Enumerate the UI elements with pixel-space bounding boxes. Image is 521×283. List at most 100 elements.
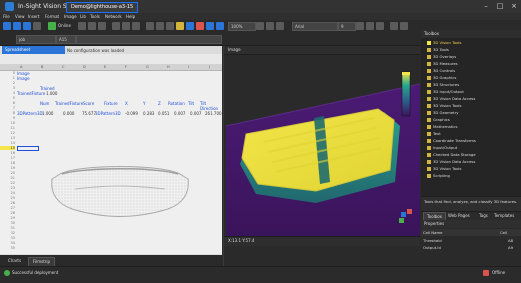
cell-trained-fixture[interactable]: TrainedFixture — [17, 91, 45, 96]
undo-icon[interactable] — [88, 22, 96, 30]
cell-tilt-header[interactable]: Tilt — [188, 101, 194, 106]
menu-file[interactable]: File — [3, 14, 10, 19]
tab-templates[interactable]: Templates — [491, 212, 517, 220]
maximize-icon[interactable]: □ — [493, 1, 507, 12]
cell-z-header[interactable]: Z — [158, 101, 161, 106]
cell-reference[interactable]: A15 — [56, 35, 76, 44]
cell-rotation-header[interactable]: Rotation — [168, 101, 185, 106]
property-row[interactable]: Output.id A9 — [423, 244, 513, 251]
fit-icon[interactable] — [256, 22, 264, 30]
trigger-icon[interactable] — [48, 22, 56, 30]
toolbox-item[interactable]: 3D Vision Data Access — [421, 158, 521, 165]
cell-tilt-direction-value[interactable]: 261.700 — [205, 111, 222, 116]
cell-y-value[interactable]: 0.283 — [143, 111, 154, 116]
cell-tilt-direction-header[interactable]: Tilt Direction — [200, 101, 222, 111]
live-icon[interactable] — [78, 22, 86, 30]
menu-insert[interactable]: Insert — [28, 14, 39, 19]
zoom-select[interactable]: 100% — [228, 22, 256, 31]
cell-score-header[interactable]: Score — [83, 101, 94, 106]
toolbox-item[interactable]: Coordinate Transforms — [421, 137, 521, 144]
spreadsheet-grid[interactable]: A B C D E F G H I J 0 1 2 3 4 5 6 7 8 9 … — [0, 64, 222, 254]
menu-network[interactable]: Network — [105, 14, 122, 19]
property-row[interactable]: Threshold A8 — [423, 237, 513, 244]
cell-z-value[interactable]: 0.051 — [158, 111, 169, 116]
close-icon[interactable]: × — [507, 1, 521, 12]
cell-num-value[interactable]: 1.000 — [42, 111, 53, 116]
cell-fixture-header[interactable]: Fixture — [104, 101, 118, 106]
cell-y-header[interactable]: Y — [143, 101, 145, 106]
toolbox-item[interactable]: 3D Tools — [421, 46, 521, 53]
toolbox-item[interactable]: 3D Vision Tools — [421, 39, 521, 46]
tab-charts[interactable]: Charts — [4, 257, 25, 265]
align-center-icon[interactable] — [156, 22, 164, 30]
toolbox-item[interactable]: Input/Output — [421, 144, 521, 151]
tab-tags[interactable]: Tags — [476, 212, 491, 220]
toolbox-item[interactable]: 3D Vision Tools — [421, 165, 521, 172]
online-label[interactable]: Online — [58, 23, 71, 28]
paste-icon[interactable] — [132, 22, 140, 30]
cell-3dpattern-label[interactable]: 3DPattern3D — [17, 111, 43, 116]
toolbox-item[interactable]: 3D Structures — [421, 81, 521, 88]
font-select[interactable]: Arial — [292, 22, 338, 31]
menu-lib[interactable]: Lib — [80, 14, 86, 19]
menu-help[interactable]: Help — [126, 14, 135, 19]
job-select[interactable]: job — [16, 35, 56, 44]
zoom-in-icon[interactable] — [206, 22, 214, 30]
menu-view[interactable]: View — [15, 14, 25, 19]
menu-tools[interactable]: Tools — [90, 14, 100, 19]
selected-cell[interactable] — [17, 146, 39, 151]
open-file-icon[interactable] — [13, 22, 21, 30]
grid-icon[interactable] — [186, 22, 194, 30]
redo-icon[interactable] — [98, 22, 106, 30]
formula-bar[interactable] — [76, 35, 222, 44]
cell-x-header[interactable]: X — [125, 101, 128, 106]
cell-trained-fixture-header[interactable]: TrainedFixture — [55, 101, 83, 106]
print-icon[interactable] — [33, 22, 41, 30]
toolbox-item[interactable]: 3D Vision Tools — [421, 102, 521, 109]
toolbox-item[interactable]: Text — [421, 130, 521, 137]
cell-fixture-value[interactable]: 0.000 — [63, 111, 74, 116]
cell-rotation-value[interactable]: 0.007 — [174, 111, 185, 116]
select-icon[interactable] — [276, 22, 284, 30]
toolbox-item[interactable]: 3D Vision Data Access — [421, 95, 521, 102]
cell-num-label[interactable]: Num — [40, 101, 49, 106]
toolbox-item[interactable]: Mathematics — [421, 123, 521, 130]
zoom-out-icon[interactable] — [216, 22, 224, 30]
toolbox-item[interactable]: 3D Overlays — [421, 53, 521, 60]
bold-icon[interactable] — [356, 22, 364, 30]
save-icon[interactable] — [23, 22, 31, 30]
align-left-icon[interactable] — [146, 22, 154, 30]
document-tab[interactable]: Demo@lighthouse-a3-15 — [66, 2, 139, 13]
text-color-icon[interactable] — [400, 22, 408, 30]
cell-score-value[interactable]: 75.677 — [82, 111, 96, 116]
tab-spreadsheet[interactable]: Spreadsheet — [2, 46, 65, 54]
toolbox-item[interactable]: 3D Controls — [421, 67, 521, 74]
toolbox-item[interactable]: 3D Measures — [421, 60, 521, 67]
toolbox-item[interactable]: Graphics — [421, 116, 521, 123]
toolbox-item[interactable]: 3D Geometry — [421, 109, 521, 116]
toolbox-item[interactable]: Scripting — [421, 172, 521, 179]
cut-icon[interactable] — [112, 22, 120, 30]
highlight-icon[interactable] — [176, 22, 184, 30]
toolbox-item[interactable]: 3D Input/Output — [421, 88, 521, 95]
font-size-select[interactable]: 9 — [338, 22, 356, 31]
cell-tilt-value[interactable]: 0.007 — [190, 111, 201, 116]
fill-color-icon[interactable] — [390, 22, 398, 30]
cell-trained-fixture-value[interactable]: 1.000 — [46, 91, 57, 96]
3d-viewer[interactable] — [224, 54, 420, 236]
tab-web-pages[interactable]: Web Pages — [445, 212, 473, 220]
stop-icon[interactable] — [196, 22, 204, 30]
menu-image[interactable]: Image — [64, 14, 77, 19]
italic-icon[interactable] — [366, 22, 374, 30]
underline-icon[interactable] — [376, 22, 384, 30]
cell-image-2[interactable]: Image — [17, 76, 30, 81]
cell-x-value[interactable]: -0.099 — [125, 111, 138, 116]
pan-icon[interactable] — [266, 22, 274, 30]
copy-icon[interactable] — [122, 22, 130, 30]
align-right-icon[interactable] — [166, 22, 174, 30]
toolbox-tree[interactable]: 3D Vision Tools 3D Tools 3D Overlays 3D … — [421, 38, 521, 196]
cell-fixture-name[interactable]: 3DPattern3D — [95, 111, 121, 116]
new-file-icon[interactable] — [3, 22, 11, 30]
toolbox-item[interactable]: Checked Data Storage — [421, 151, 521, 158]
minimize-icon[interactable]: – — [479, 1, 493, 12]
